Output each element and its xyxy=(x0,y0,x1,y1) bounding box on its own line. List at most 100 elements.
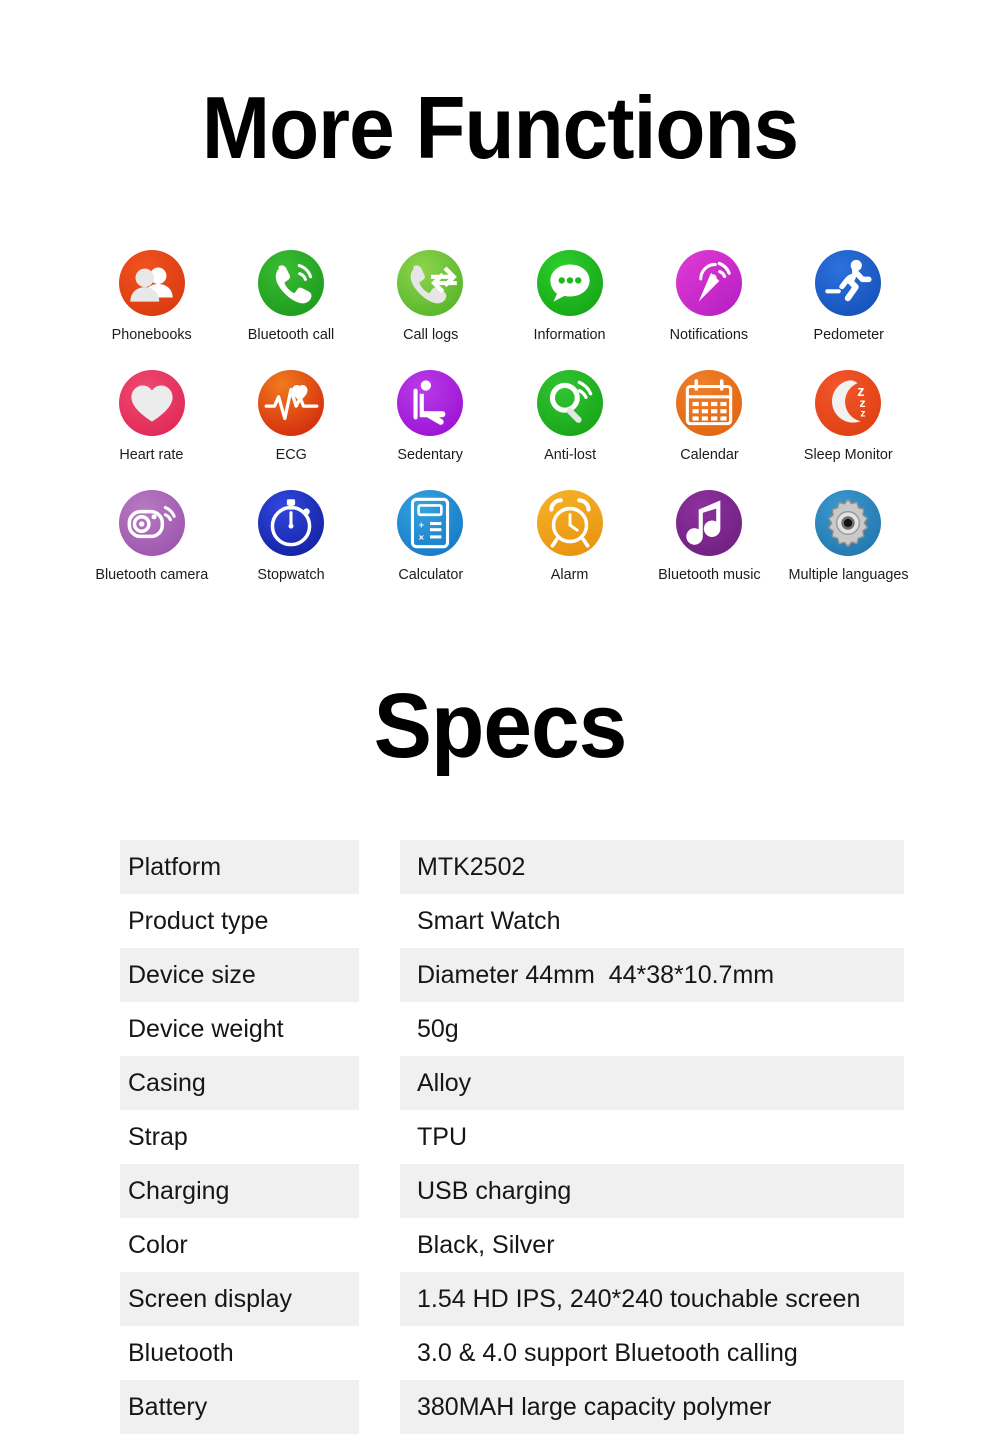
feature-label: ECG xyxy=(275,446,307,463)
feature-item: Notifications xyxy=(639,250,778,343)
feature-item: Sedentary xyxy=(361,370,500,463)
spec-value: 1.54 HD IPS, 240*240 touchable screen xyxy=(400,1272,904,1326)
gear-icon xyxy=(815,490,882,556)
spec-row: Battery 380MAH large capacity polymer xyxy=(120,1380,904,1434)
feature-item: Bluetooth music xyxy=(639,490,778,583)
feature-item: + × Calculator xyxy=(361,490,500,583)
spec-row: Screen display 1.54 HD IPS, 240*240 touch… xyxy=(120,1272,904,1326)
spec-key: Casing xyxy=(120,1056,359,1110)
satellite-dish-icon xyxy=(675,250,742,316)
specs-heading: Specs xyxy=(373,675,628,777)
spec-value: Alloy xyxy=(400,1056,904,1110)
spec-key: Device weight xyxy=(128,1014,284,1043)
feature-item: Heart rate xyxy=(82,370,221,463)
spec-key: Bluetooth xyxy=(128,1338,234,1367)
spec-value: Smart Watch xyxy=(417,906,561,935)
spec-column-gap xyxy=(359,1272,400,1326)
feature-label: Phonebooks xyxy=(111,326,192,343)
spec-value: 3.0 & 4.0 support Bluetooth calling xyxy=(417,1338,798,1367)
spec-key: Platform xyxy=(120,840,359,894)
spec-key: Product type xyxy=(128,906,269,935)
spec-row: Device weight 50g xyxy=(120,1002,904,1056)
magnifier-signal-icon xyxy=(536,370,603,436)
feature-item: Alarm xyxy=(500,490,639,583)
feature-label: Bluetooth music xyxy=(657,566,761,583)
moon-zzz-icon: zzz xyxy=(815,370,882,436)
spec-column-gap xyxy=(359,1164,400,1218)
sitting-person-icon xyxy=(397,370,464,436)
spec-value: Diameter 44mm 44*38*10.7mm xyxy=(400,948,904,1002)
feature-label: Bluetooth camera xyxy=(95,566,209,583)
feature-item: Bluetooth call xyxy=(221,250,360,343)
contacts-icon xyxy=(118,250,185,316)
feature-label: Stopwatch xyxy=(257,566,325,583)
feature-label: Calendar xyxy=(679,446,739,463)
spec-value: Black, Silver xyxy=(417,1230,555,1259)
spec-key: Charging xyxy=(120,1164,359,1218)
feature-label: Sleep Monitor xyxy=(803,446,893,463)
running-person-icon xyxy=(815,250,882,316)
feature-label: Notifications xyxy=(669,326,749,343)
spec-key: Device size xyxy=(120,948,359,1002)
svg-text:z: z xyxy=(861,408,866,419)
spec-value: MTK2502 xyxy=(400,840,904,894)
spec-row: Charging USB charging xyxy=(120,1164,904,1218)
spec-row: Product type Smart Watch xyxy=(120,894,904,948)
calendar-icon xyxy=(675,370,742,436)
spec-column-gap xyxy=(359,1218,400,1272)
feature-label: Pedometer xyxy=(813,326,884,343)
feature-item: Bluetooth camera xyxy=(82,490,221,583)
specifications-table: Platform MTK2502 Product type Smart Watch De… xyxy=(120,840,904,1434)
spec-column-gap xyxy=(359,948,400,1002)
feature-item: Call logs xyxy=(361,250,500,343)
feature-icon-grid: Phonebooks Bluetooth call Call logs Informa… xyxy=(82,250,918,583)
feature-label: Anti-lost xyxy=(543,446,596,463)
spec-row: Strap TPU xyxy=(120,1110,904,1164)
spec-column-gap xyxy=(359,840,400,894)
spec-row: Platform MTK2502 xyxy=(120,840,904,894)
spec-row: Device size Diameter 44mm 44*38*10.7mm xyxy=(120,948,904,1002)
heart-icon xyxy=(118,370,185,436)
spec-column-gap xyxy=(359,1002,400,1056)
calculator-icon: + × xyxy=(397,490,464,556)
spec-value: USB charging xyxy=(400,1164,904,1218)
music-note-icon xyxy=(675,490,742,556)
camera-icon xyxy=(118,490,185,556)
feature-item: ECG xyxy=(221,370,360,463)
feature-label: Alarm xyxy=(550,566,589,583)
feature-item: Calendar xyxy=(639,370,778,463)
call-logs-icon xyxy=(397,250,464,316)
feature-item: Pedometer xyxy=(779,250,918,343)
spec-column-gap xyxy=(359,894,400,948)
feature-label: Calculator xyxy=(397,566,463,583)
feature-item: Stopwatch xyxy=(221,490,360,583)
alarm-clock-icon xyxy=(536,490,603,556)
feature-item: Phonebooks xyxy=(82,250,221,343)
product-detail-page: More Functions Phonebooks Bluetooth call C… xyxy=(0,0,1000,1449)
spec-row: Casing Alloy xyxy=(120,1056,904,1110)
more-functions-heading: More Functions xyxy=(201,78,799,177)
feature-label: Call logs xyxy=(402,326,458,343)
spec-column-gap xyxy=(359,1380,400,1434)
svg-text:+: + xyxy=(419,520,425,530)
feature-item: Information xyxy=(500,250,639,343)
spec-column-gap xyxy=(359,1056,400,1110)
spec-key: Battery xyxy=(120,1380,359,1434)
svg-text:×: × xyxy=(419,533,425,543)
phone-call-icon xyxy=(257,250,324,316)
chat-bubble-icon xyxy=(536,250,603,316)
spec-column-gap xyxy=(359,1110,400,1164)
stopwatch-icon xyxy=(257,490,324,556)
feature-label: Sedentary xyxy=(397,446,464,463)
feature-label: Bluetooth call xyxy=(247,326,335,343)
spec-key: Screen display xyxy=(120,1272,359,1326)
feature-item: z z z Sleep Monitor xyxy=(779,370,918,463)
spec-row: Color Black, Silver xyxy=(120,1218,904,1272)
spec-value: TPU xyxy=(417,1122,467,1151)
spec-row: Bluetooth 3.0 & 4.0 support Bluetooth cal… xyxy=(120,1326,904,1380)
spec-value: 380MAH large capacity polymer xyxy=(400,1380,904,1434)
spec-key: Strap xyxy=(128,1122,188,1151)
spec-value: 50g xyxy=(417,1014,459,1043)
feature-label: Information xyxy=(533,326,606,343)
feature-label: Heart rate xyxy=(119,446,184,463)
